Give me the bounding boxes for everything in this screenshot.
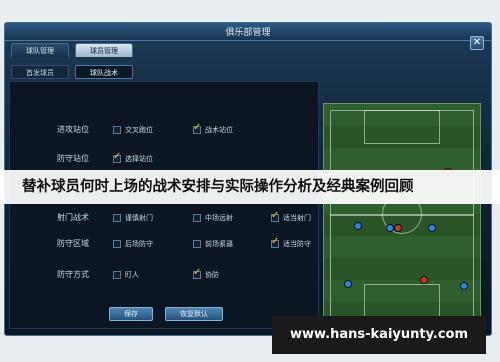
option-select-position[interactable]: 选择站位	[113, 151, 153, 164]
tab-player-management[interactable]: 球员管理	[75, 43, 133, 57]
tactics-pitch	[323, 103, 481, 325]
option-label: 谨慎射门	[125, 214, 153, 222]
checkbox[interactable]	[113, 214, 121, 222]
option-label: 盯人	[125, 271, 139, 279]
window-title: 俱乐部管理	[225, 28, 271, 38]
option-label: 中场远射	[205, 214, 233, 222]
defense-area-label: 防守区域	[57, 239, 89, 248]
checkbox[interactable]	[113, 126, 121, 134]
checkbox-checked[interactable]	[271, 210, 279, 222]
restore-default-button[interactable]: 恢复默认	[165, 307, 223, 321]
site-watermark: www.hans-kaiyunty.com	[272, 316, 486, 354]
option-label: 交叉跑位	[125, 126, 153, 134]
save-button[interactable]: 保存	[109, 307, 153, 321]
option-cover-defense[interactable]: 协防	[193, 267, 219, 280]
option-moderate-defense[interactable]: 适当防守	[271, 236, 311, 249]
top-tab-bar: 球队管理 球员管理	[11, 43, 133, 57]
article-title-banner: 替补球员何时上场的战术安排与实际操作分析及经典案例回顾	[0, 170, 500, 204]
option-label: 协防	[205, 271, 219, 279]
checkbox-checked[interactable]	[113, 151, 121, 163]
player-marker-home[interactable]	[420, 276, 428, 284]
attack-position-label: 进攻站位	[57, 125, 89, 134]
sub-tab-bar: 首发球员 球队战术	[11, 65, 133, 79]
checkbox[interactable]	[193, 240, 201, 248]
option-label: 适当防守	[283, 240, 311, 248]
player-marker-away[interactable]	[428, 224, 436, 232]
option-high-press[interactable]: 前场紧逼	[193, 239, 233, 249]
bottom-penalty-box	[364, 284, 440, 318]
tab-team-management[interactable]: 球队管理	[11, 43, 69, 57]
tab-starting-players[interactable]: 首发球员	[11, 65, 69, 79]
defense-position-label: 防守站位	[57, 154, 89, 163]
checkbox[interactable]	[113, 271, 121, 279]
option-cross-run[interactable]: 交叉跑位	[113, 125, 153, 135]
option-label: 战术站位	[205, 126, 233, 134]
player-marker-away[interactable]	[460, 282, 468, 290]
option-backfield-defense[interactable]: 后场防守	[113, 239, 153, 249]
option-label: 适当射门	[283, 214, 311, 222]
option-label: 前场紧逼	[205, 240, 233, 248]
player-marker-home[interactable]	[394, 224, 402, 232]
close-icon[interactable]: ✕	[470, 36, 484, 50]
tab-team-tactics[interactable]: 球队战术	[75, 65, 133, 79]
option-careful-shot[interactable]: 谨慎射门	[113, 213, 153, 223]
tactics-panel	[9, 81, 319, 329]
player-marker-away[interactable]	[344, 280, 352, 288]
checkbox[interactable]	[193, 214, 201, 222]
option-label: 后场防守	[125, 240, 153, 248]
option-moderate-shot[interactable]: 适当射门	[271, 210, 311, 223]
shooting-tactic-label: 射门战术	[57, 213, 89, 222]
player-marker-away[interactable]	[386, 224, 394, 232]
option-man-marking[interactable]: 盯人	[113, 270, 139, 280]
checkbox[interactable]	[113, 240, 121, 248]
checkbox-checked[interactable]	[193, 122, 201, 134]
title-bar: 俱乐部管理	[5, 23, 491, 41]
defense-style-label: 防守方式	[57, 270, 89, 279]
option-midfield-long-shot[interactable]: 中场远射	[193, 213, 233, 223]
player-marker-away[interactable]	[354, 222, 362, 230]
checkbox-checked[interactable]	[271, 236, 279, 248]
option-label: 选择站位	[125, 155, 153, 163]
top-penalty-box	[364, 110, 440, 144]
checkbox-checked[interactable]	[193, 267, 201, 279]
option-tactical-position[interactable]: 战术站位	[193, 122, 233, 135]
